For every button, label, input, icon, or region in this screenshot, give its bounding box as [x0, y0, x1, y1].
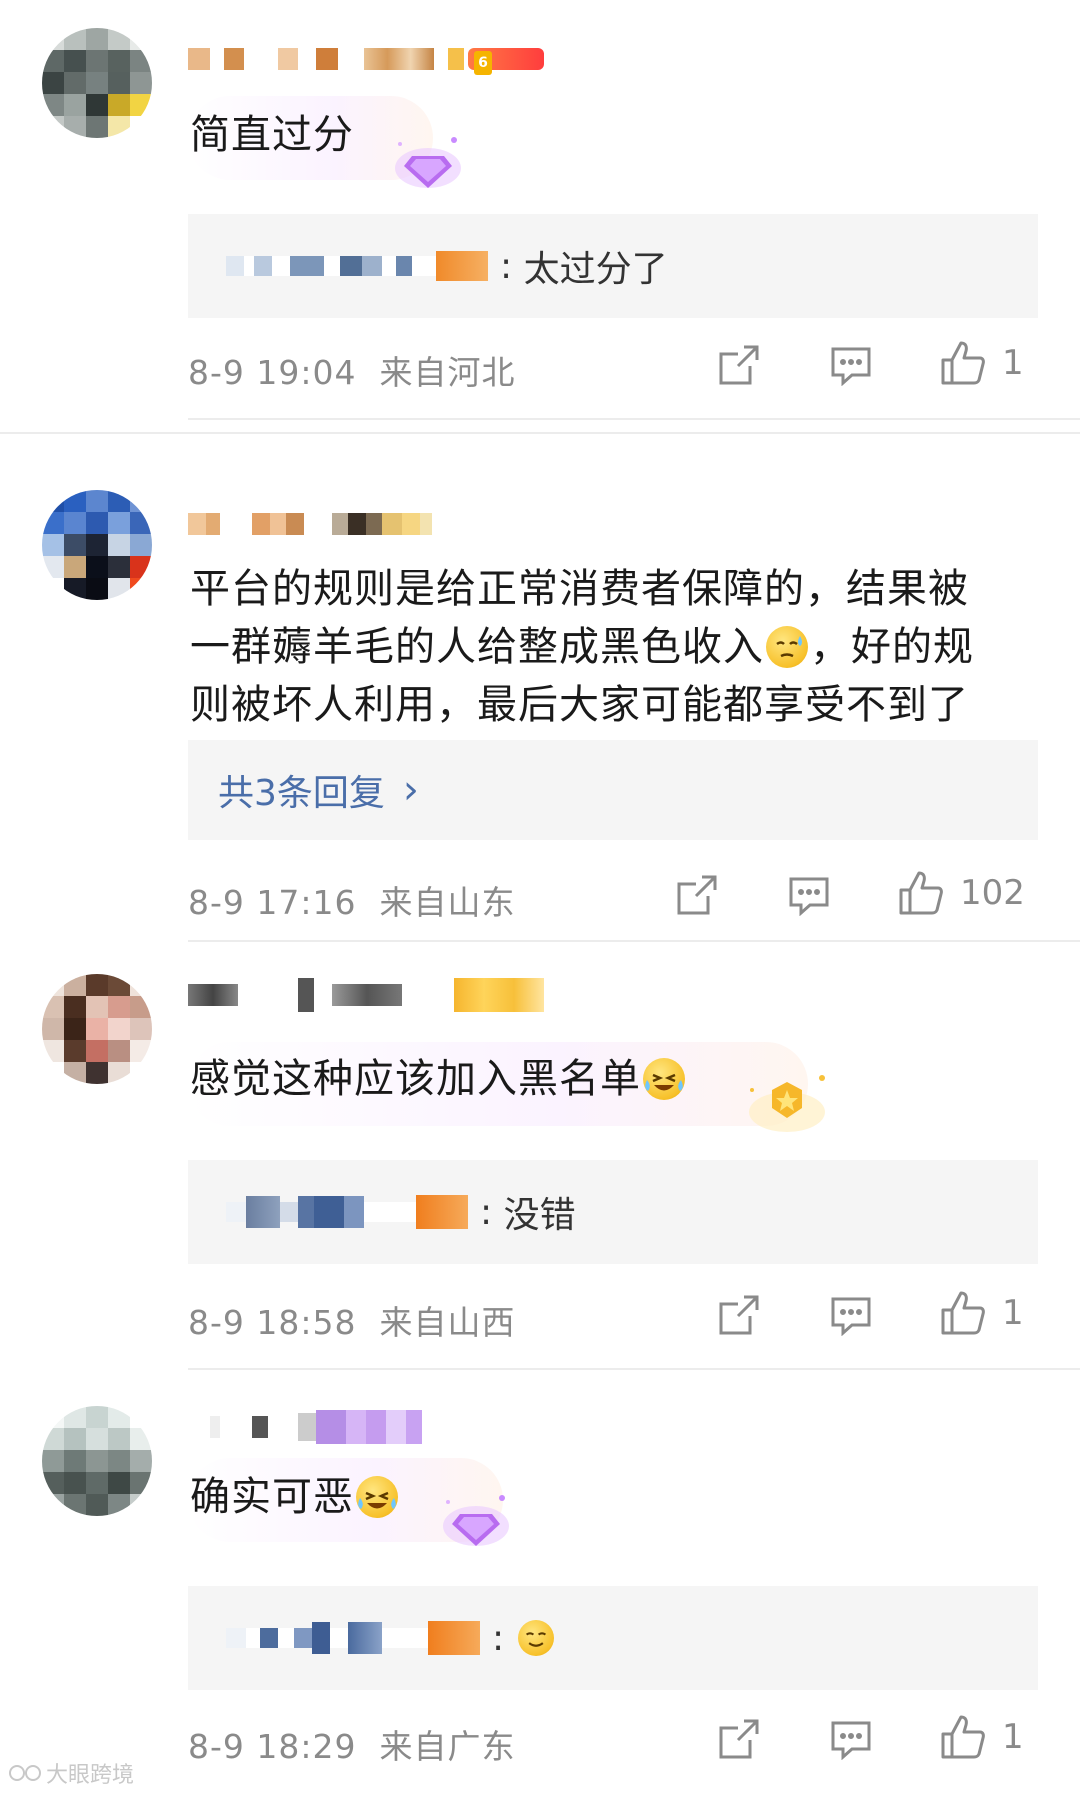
share-button[interactable] — [718, 1718, 760, 1760]
timestamp: 8-9 18:29 — [188, 1727, 357, 1766]
comment-meta: 8-9 18:58 来自山西 — [188, 1296, 515, 1344]
username-blurred[interactable] — [188, 505, 432, 543]
reply-button[interactable] — [830, 1296, 872, 1336]
reply-button[interactable] — [830, 346, 872, 386]
avatar[interactable] — [42, 28, 152, 138]
thumbs-up-icon — [941, 341, 985, 385]
view-replies-link[interactable]: 共3条回复 — [218, 764, 385, 816]
like-button[interactable]: 102 — [898, 870, 1025, 916]
watermark: 大眼跨境 — [8, 1757, 134, 1789]
thumbs-up-icon — [941, 1291, 985, 1335]
diamond-badge-icon — [440, 1486, 512, 1556]
diamond-badge-icon — [392, 128, 464, 198]
like-count: 102 — [960, 873, 1025, 913]
reply-text: : — [480, 1191, 504, 1233]
comment-text-segment: 一群薅羊毛的人给整成黑色收入 — [190, 624, 764, 670]
location: 来自山西 — [379, 1303, 516, 1342]
view-replies-box[interactable]: 共3条回复 › — [188, 740, 1038, 840]
reply-username-blurred[interactable] — [226, 1195, 468, 1229]
thumbs-up-icon — [899, 871, 943, 915]
thumbs-up-icon — [941, 1715, 985, 1759]
reply-button[interactable] — [830, 1720, 872, 1760]
share-button[interactable] — [718, 1294, 760, 1336]
fan-badge-label: 真爱粉 — [474, 79, 534, 103]
avatar[interactable] — [42, 490, 152, 600]
fan-badge: 6 真爱粉 — [468, 48, 544, 103]
location: 来自山东 — [379, 883, 516, 922]
reply-text: 没错 — [503, 1195, 576, 1236]
share-icon — [719, 1295, 759, 1335]
sweat-emoji-icon — [766, 626, 808, 668]
share-icon — [719, 1719, 759, 1759]
comment-text-line: 一群薅羊毛的人给整成黑色收入 ，好的规 — [190, 618, 974, 676]
share-icon — [677, 875, 717, 915]
comment-text: 平台的规则是给正常消费者保障的，结果被 一群薅羊毛的人给整成黑色收入 ，好的规 则… — [190, 560, 974, 734]
comment-meta: 8-9 17:16 来自山东 — [188, 876, 515, 924]
reply-username-blurred[interactable] — [226, 1621, 480, 1655]
avatar[interactable] — [42, 1406, 152, 1516]
username-blurred[interactable] — [188, 976, 544, 1014]
comment-icon — [831, 347, 871, 386]
username-blurred[interactable]: 6 真爱粉 — [188, 40, 544, 103]
watermark-text: 大眼跨境 — [46, 1763, 135, 1788]
like-button[interactable]: 1 — [940, 1290, 1024, 1336]
like-button[interactable]: 1 — [940, 340, 1024, 386]
divider — [0, 432, 1080, 434]
watermark-logo-icon — [9, 1765, 41, 1781]
comment-icon — [789, 877, 829, 916]
reply-text: : — [492, 1617, 516, 1659]
like-count: 1 — [1002, 1293, 1024, 1333]
share-icon — [719, 345, 759, 385]
comment-text-line: 平台的规则是给正常消费者保障的，结果被 — [190, 566, 969, 612]
location: 来自河北 — [379, 353, 516, 392]
comment-text: 确实可恶 — [190, 1468, 400, 1526]
reply-preview[interactable]: : 太过分了 — [188, 214, 1038, 318]
like-count: 1 — [1002, 1717, 1024, 1757]
avatar[interactable] — [42, 974, 152, 1084]
comment-text: 简直过分 — [190, 112, 354, 158]
fan-level-icon: 6 — [474, 51, 492, 75]
share-button[interactable] — [676, 874, 718, 916]
timestamp: 8-9 18:58 — [188, 1303, 357, 1342]
gold-star-badge-icon — [744, 1068, 830, 1144]
chevron-right-icon: › — [402, 767, 419, 813]
reply-preview[interactable]: : 没错 — [188, 1160, 1038, 1264]
like-count: 1 — [1002, 343, 1024, 383]
comment-icon — [831, 1297, 871, 1336]
comment-text-segment: 感觉这种应该加入黑名单 — [190, 1056, 641, 1102]
comment-item: 6 真爱粉 简直过分 : 太过分了 8-9 19:04 来自河北 1 — [0, 0, 1080, 420]
timestamp: 8-9 19:04 — [188, 353, 357, 392]
reply-text: : — [500, 245, 524, 287]
comment-item: 确实可恶 : 8-9 18:29 来自广东 1 — [0, 1368, 1080, 1797]
comment-text-segment: ，好的规 — [810, 624, 974, 670]
reply-text: 太过分了 — [523, 249, 668, 290]
reply-button[interactable] — [788, 876, 830, 916]
smirk-emoji-icon — [517, 1620, 554, 1656]
timestamp: 8-9 17:16 — [188, 883, 357, 922]
laughing-crying-emoji-icon — [643, 1058, 685, 1100]
comment-icon — [831, 1721, 871, 1760]
comment-text-segment: 确实可恶 — [190, 1474, 354, 1520]
comment-item: 平台的规则是给正常消费者保障的，结果被 一群薅羊毛的人给整成黑色收入 ，好的规 则… — [0, 420, 1080, 942]
comment-text: 感觉这种应该加入黑名单 — [190, 1050, 687, 1108]
reply-username-blurred[interactable] — [226, 251, 488, 281]
reply-preview[interactable]: : — [188, 1586, 1038, 1690]
comment-text-line: 则被坏人利用，最后大家可能都享受不到了 — [190, 682, 969, 728]
username-blurred[interactable] — [188, 1408, 422, 1446]
comment-meta: 8-9 18:29 来自广东 — [188, 1720, 515, 1768]
like-button[interactable]: 1 — [940, 1714, 1024, 1760]
comment-meta: 8-9 19:04 来自河北 — [188, 346, 515, 394]
comment-item: 感觉这种应该加入黑名单 : 没错 8-9 18:58 来自山西 1 — [0, 940, 1080, 1370]
location: 来自广东 — [379, 1727, 516, 1766]
laughing-crying-emoji-icon — [356, 1476, 398, 1518]
share-button[interactable] — [718, 344, 760, 386]
